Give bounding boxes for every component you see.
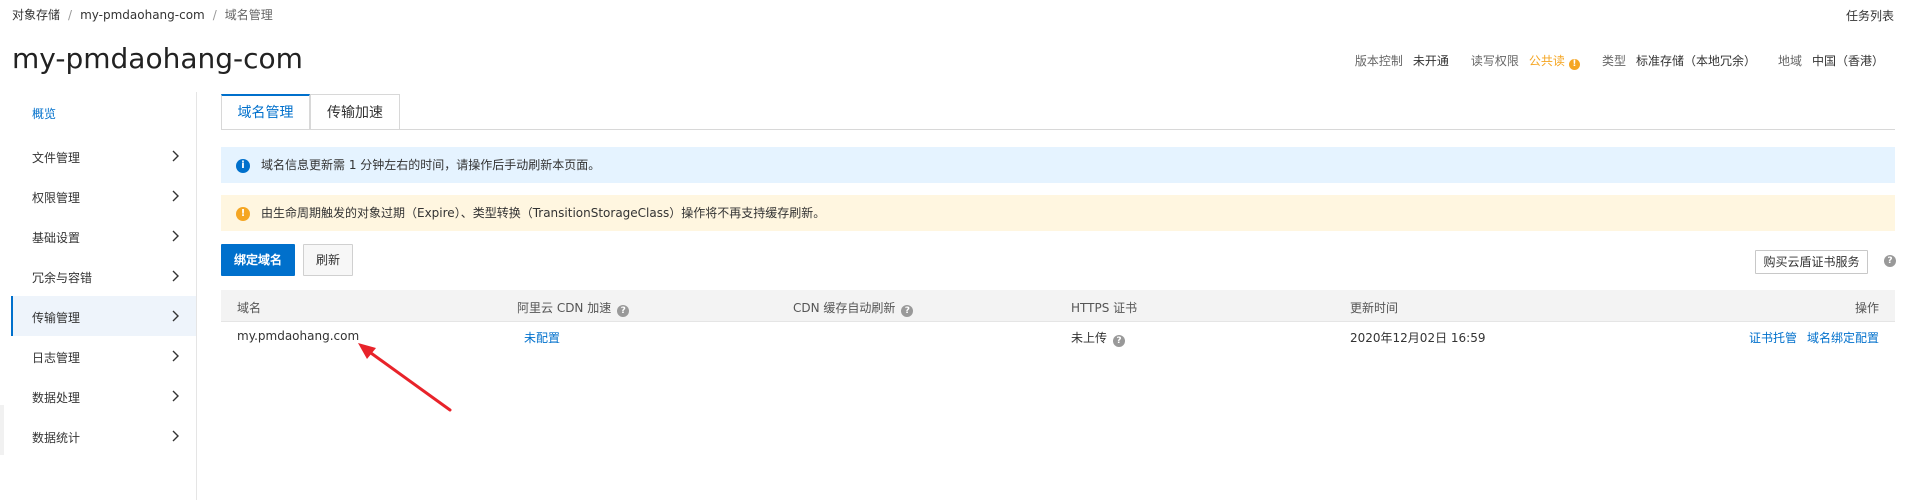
- breadcrumb-separator: /: [212, 8, 217, 22]
- sidebar-item-basic-settings[interactable]: 基础设置: [12, 216, 196, 256]
- sidebar-item-label: 文件管理: [32, 151, 81, 165]
- refresh-button[interactable]: 刷新: [303, 244, 353, 276]
- sidebar-item-label: 权限管理: [32, 191, 81, 205]
- chevron-right-icon: [172, 190, 179, 202]
- acl-label: 读写权限: [1470, 54, 1519, 68]
- column-header-domain: 域名: [237, 301, 262, 315]
- actions-cell: 证书托管 域名绑定配置: [1749, 329, 1879, 346]
- updated-cell: 2020年12月02日 16:59: [1350, 331, 1486, 345]
- column-header-cdn-label: 阿里云 CDN 加速: [517, 301, 612, 315]
- breadcrumb: 对象存储 / my-pmdaohang-com / 域名管理: [12, 6, 273, 23]
- help-icon[interactable]: ?: [1113, 335, 1126, 347]
- breadcrumb-current: 域名管理: [224, 8, 273, 22]
- sidebar-item-overview[interactable]: 概览: [12, 92, 196, 132]
- sidebar-collapse-handle[interactable]: [0, 405, 4, 455]
- acl-value: 公共读: [1528, 54, 1565, 68]
- versioning-label: 版本控制: [1354, 54, 1403, 68]
- active-indicator: [11, 296, 13, 336]
- warning-alert: ! 由生命周期触发的对象过期（Expire）、类型转换（TransitionSt…: [221, 195, 1895, 231]
- chevron-right-icon: [172, 390, 179, 402]
- region-value: 中国（香港）: [1811, 54, 1884, 68]
- page-title: my-pmdaohang-com: [12, 42, 303, 75]
- chevron-right-icon: [172, 270, 179, 282]
- help-icon[interactable]: ?: [901, 305, 914, 317]
- sidebar-item-redundancy[interactable]: 冗余与容错: [12, 256, 196, 296]
- sidebar-item-label: 日志管理: [32, 351, 81, 365]
- table-row: my.pmdaohang.com 未配置 未上传? 2020年12月02日 16…: [221, 322, 1895, 354]
- column-header-https: HTTPS 证书: [1071, 301, 1138, 315]
- sidebar-item-label: 数据统计: [32, 431, 81, 445]
- cert-hosting-link[interactable]: 证书托管: [1749, 331, 1797, 345]
- bucket-meta: 版本控制 未开通 读写权限 公共读! 类型 标准存储（本地冗余） 地域 中国（香港）: [1355, 52, 1884, 70]
- warning-icon: !: [236, 207, 250, 221]
- column-header-updated: 更新时间: [1350, 301, 1399, 315]
- sidebar: 概览 文件管理 权限管理 基础设置 冗余与容错 传输管理 日志管理 数据处理 数…: [0, 92, 196, 500]
- sidebar-item-files[interactable]: 文件管理: [12, 136, 196, 176]
- warning-alert-text: 由生命周期触发的对象过期（Expire）、类型转换（TransitionStor…: [261, 206, 826, 220]
- bind-domain-button[interactable]: 绑定域名: [221, 244, 295, 276]
- sidebar-item-label: 冗余与容错: [32, 271, 93, 285]
- info-alert-text: 域名信息更新需 1 分钟左右的时间，请操作后手动刷新本页面。: [261, 158, 601, 172]
- type-label: 类型: [1601, 54, 1626, 68]
- buy-certificate-button[interactable]: 购买云盾证书服务: [1755, 250, 1868, 274]
- domain-binding-config-link[interactable]: 域名绑定配置: [1807, 331, 1879, 345]
- column-header-actions: 操作: [1854, 301, 1879, 315]
- sidebar-item-statistics[interactable]: 数据统计: [12, 416, 196, 456]
- info-alert: i 域名信息更新需 1 分钟左右的时间，请操作后手动刷新本页面。: [221, 147, 1895, 183]
- warning-icon[interactable]: !: [1568, 59, 1580, 70]
- sidebar-item-label: 概览: [32, 107, 57, 121]
- info-icon: i: [236, 159, 250, 173]
- chevron-right-icon: [172, 230, 179, 242]
- https-cell: 未上传?: [1071, 329, 1126, 347]
- column-header-cdn: 阿里云 CDN 加速?: [517, 299, 630, 317]
- breadcrumb-bucket[interactable]: my-pmdaohang-com: [80, 8, 205, 22]
- help-icon[interactable]: ?: [1884, 255, 1896, 267]
- sidebar-item-label: 传输管理: [32, 311, 81, 325]
- cdn-config-link[interactable]: 未配置: [524, 329, 560, 346]
- https-status: 未上传: [1071, 331, 1108, 345]
- column-header-auto-refresh-label: CDN 缓存自动刷新: [793, 301, 896, 315]
- chevron-right-icon: [172, 350, 179, 362]
- breadcrumb-oss[interactable]: 对象存储: [12, 8, 60, 22]
- annotation-arrow-icon: [358, 343, 452, 412]
- versioning-value: 未开通: [1412, 54, 1449, 68]
- sidebar-divider: [196, 92, 197, 500]
- sidebar-item-label: 基础设置: [32, 231, 81, 245]
- sidebar-item-permissions[interactable]: 权限管理: [12, 176, 196, 216]
- sidebar-item-label: 数据处理: [32, 391, 81, 405]
- tab-transfer-acceleration[interactable]: 传输加速: [310, 94, 400, 130]
- domain-cell: my.pmdaohang.com: [237, 329, 360, 343]
- chevron-right-icon: [172, 430, 179, 442]
- type-value: 标准存储（本地冗余）: [1635, 54, 1756, 68]
- sidebar-item-logs[interactable]: 日志管理: [12, 336, 196, 376]
- tab-domain-management[interactable]: 域名管理: [221, 94, 310, 130]
- breadcrumb-separator: /: [68, 8, 73, 22]
- sidebar-item-data-processing[interactable]: 数据处理: [12, 376, 196, 416]
- help-icon[interactable]: ?: [617, 305, 630, 317]
- column-header-auto-refresh: CDN 缓存自动刷新?: [793, 299, 914, 317]
- task-list-link[interactable]: 任务列表: [1846, 7, 1894, 24]
- sidebar-item-transfer[interactable]: 传输管理: [11, 296, 196, 336]
- chevron-right-icon: [172, 310, 179, 322]
- table-header: 域名 阿里云 CDN 加速? CDN 缓存自动刷新? HTTPS 证书 更新时间…: [221, 290, 1895, 322]
- region-label: 地域: [1777, 54, 1802, 68]
- chevron-right-icon: [172, 150, 179, 162]
- tab-divider: [221, 129, 1895, 130]
